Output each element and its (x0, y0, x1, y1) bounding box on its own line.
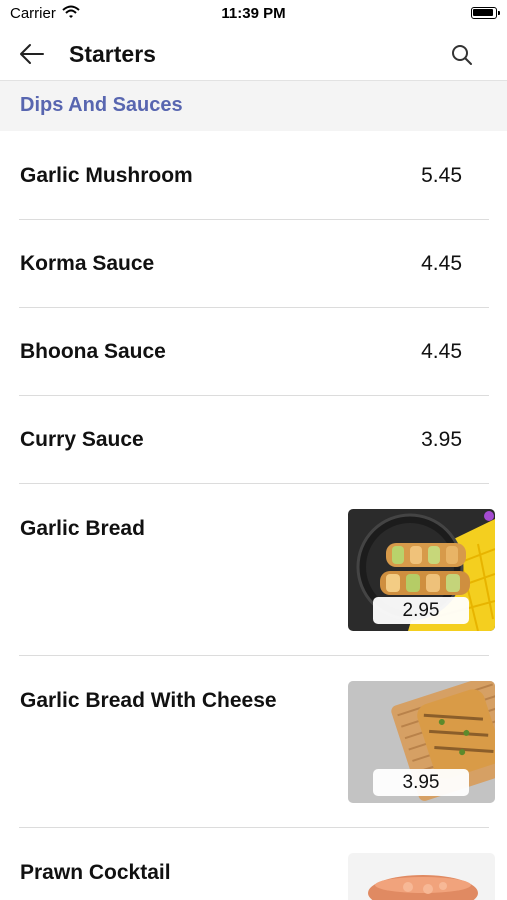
item-price: 4.45 (421, 340, 462, 363)
section-title: Dips And Sauces (20, 94, 183, 116)
nav-bar: Starters (0, 30, 507, 81)
item-name: Garlic Bread With Cheese (20, 689, 277, 712)
item-name: Curry Sauce (20, 428, 144, 451)
search-icon[interactable] (450, 43, 474, 67)
status-bar: Carrier 11:39 PM (0, 0, 507, 30)
list-item[interactable]: Korma Sauce 4.45 (0, 220, 507, 307)
prawn-cocktail-photo (348, 853, 495, 900)
list-item[interactable]: Garlic Bread 2.95 (0, 484, 507, 655)
item-price: 3.95 (373, 769, 469, 796)
garlic-bread-photo: 2.95 (348, 509, 495, 631)
battery-icon (471, 7, 500, 19)
list-item[interactable]: Bhoona Sauce 4.45 (0, 308, 507, 395)
list-item[interactable]: Curry Sauce 3.95 (0, 396, 507, 483)
item-name: Korma Sauce (20, 252, 155, 275)
cheese-garlic-bread-photo: 3.95 (348, 681, 495, 803)
item-name: Garlic Mushroom (20, 164, 193, 187)
item-price: 3.95 (421, 428, 462, 451)
list-item[interactable]: Garlic Mushroom 5.45 (0, 131, 507, 219)
list-item[interactable]: Garlic Bread With Cheese 3.95 (0, 656, 507, 827)
item-price: 5.45 (421, 164, 462, 187)
clock-time: 11:39 PM (221, 5, 286, 22)
section-header: Dips And Sauces (0, 81, 507, 131)
item-price: 4.45 (421, 252, 462, 275)
item-price: 2.95 (373, 597, 469, 624)
item-name: Garlic Bread (20, 517, 145, 540)
item-name: Bhoona Sauce (20, 340, 166, 363)
page-title: Starters (69, 41, 156, 67)
item-name: Prawn Cocktail (20, 861, 171, 884)
list-item[interactable]: Prawn Cocktail (0, 828, 507, 900)
back-arrow-icon[interactable] (18, 42, 46, 66)
